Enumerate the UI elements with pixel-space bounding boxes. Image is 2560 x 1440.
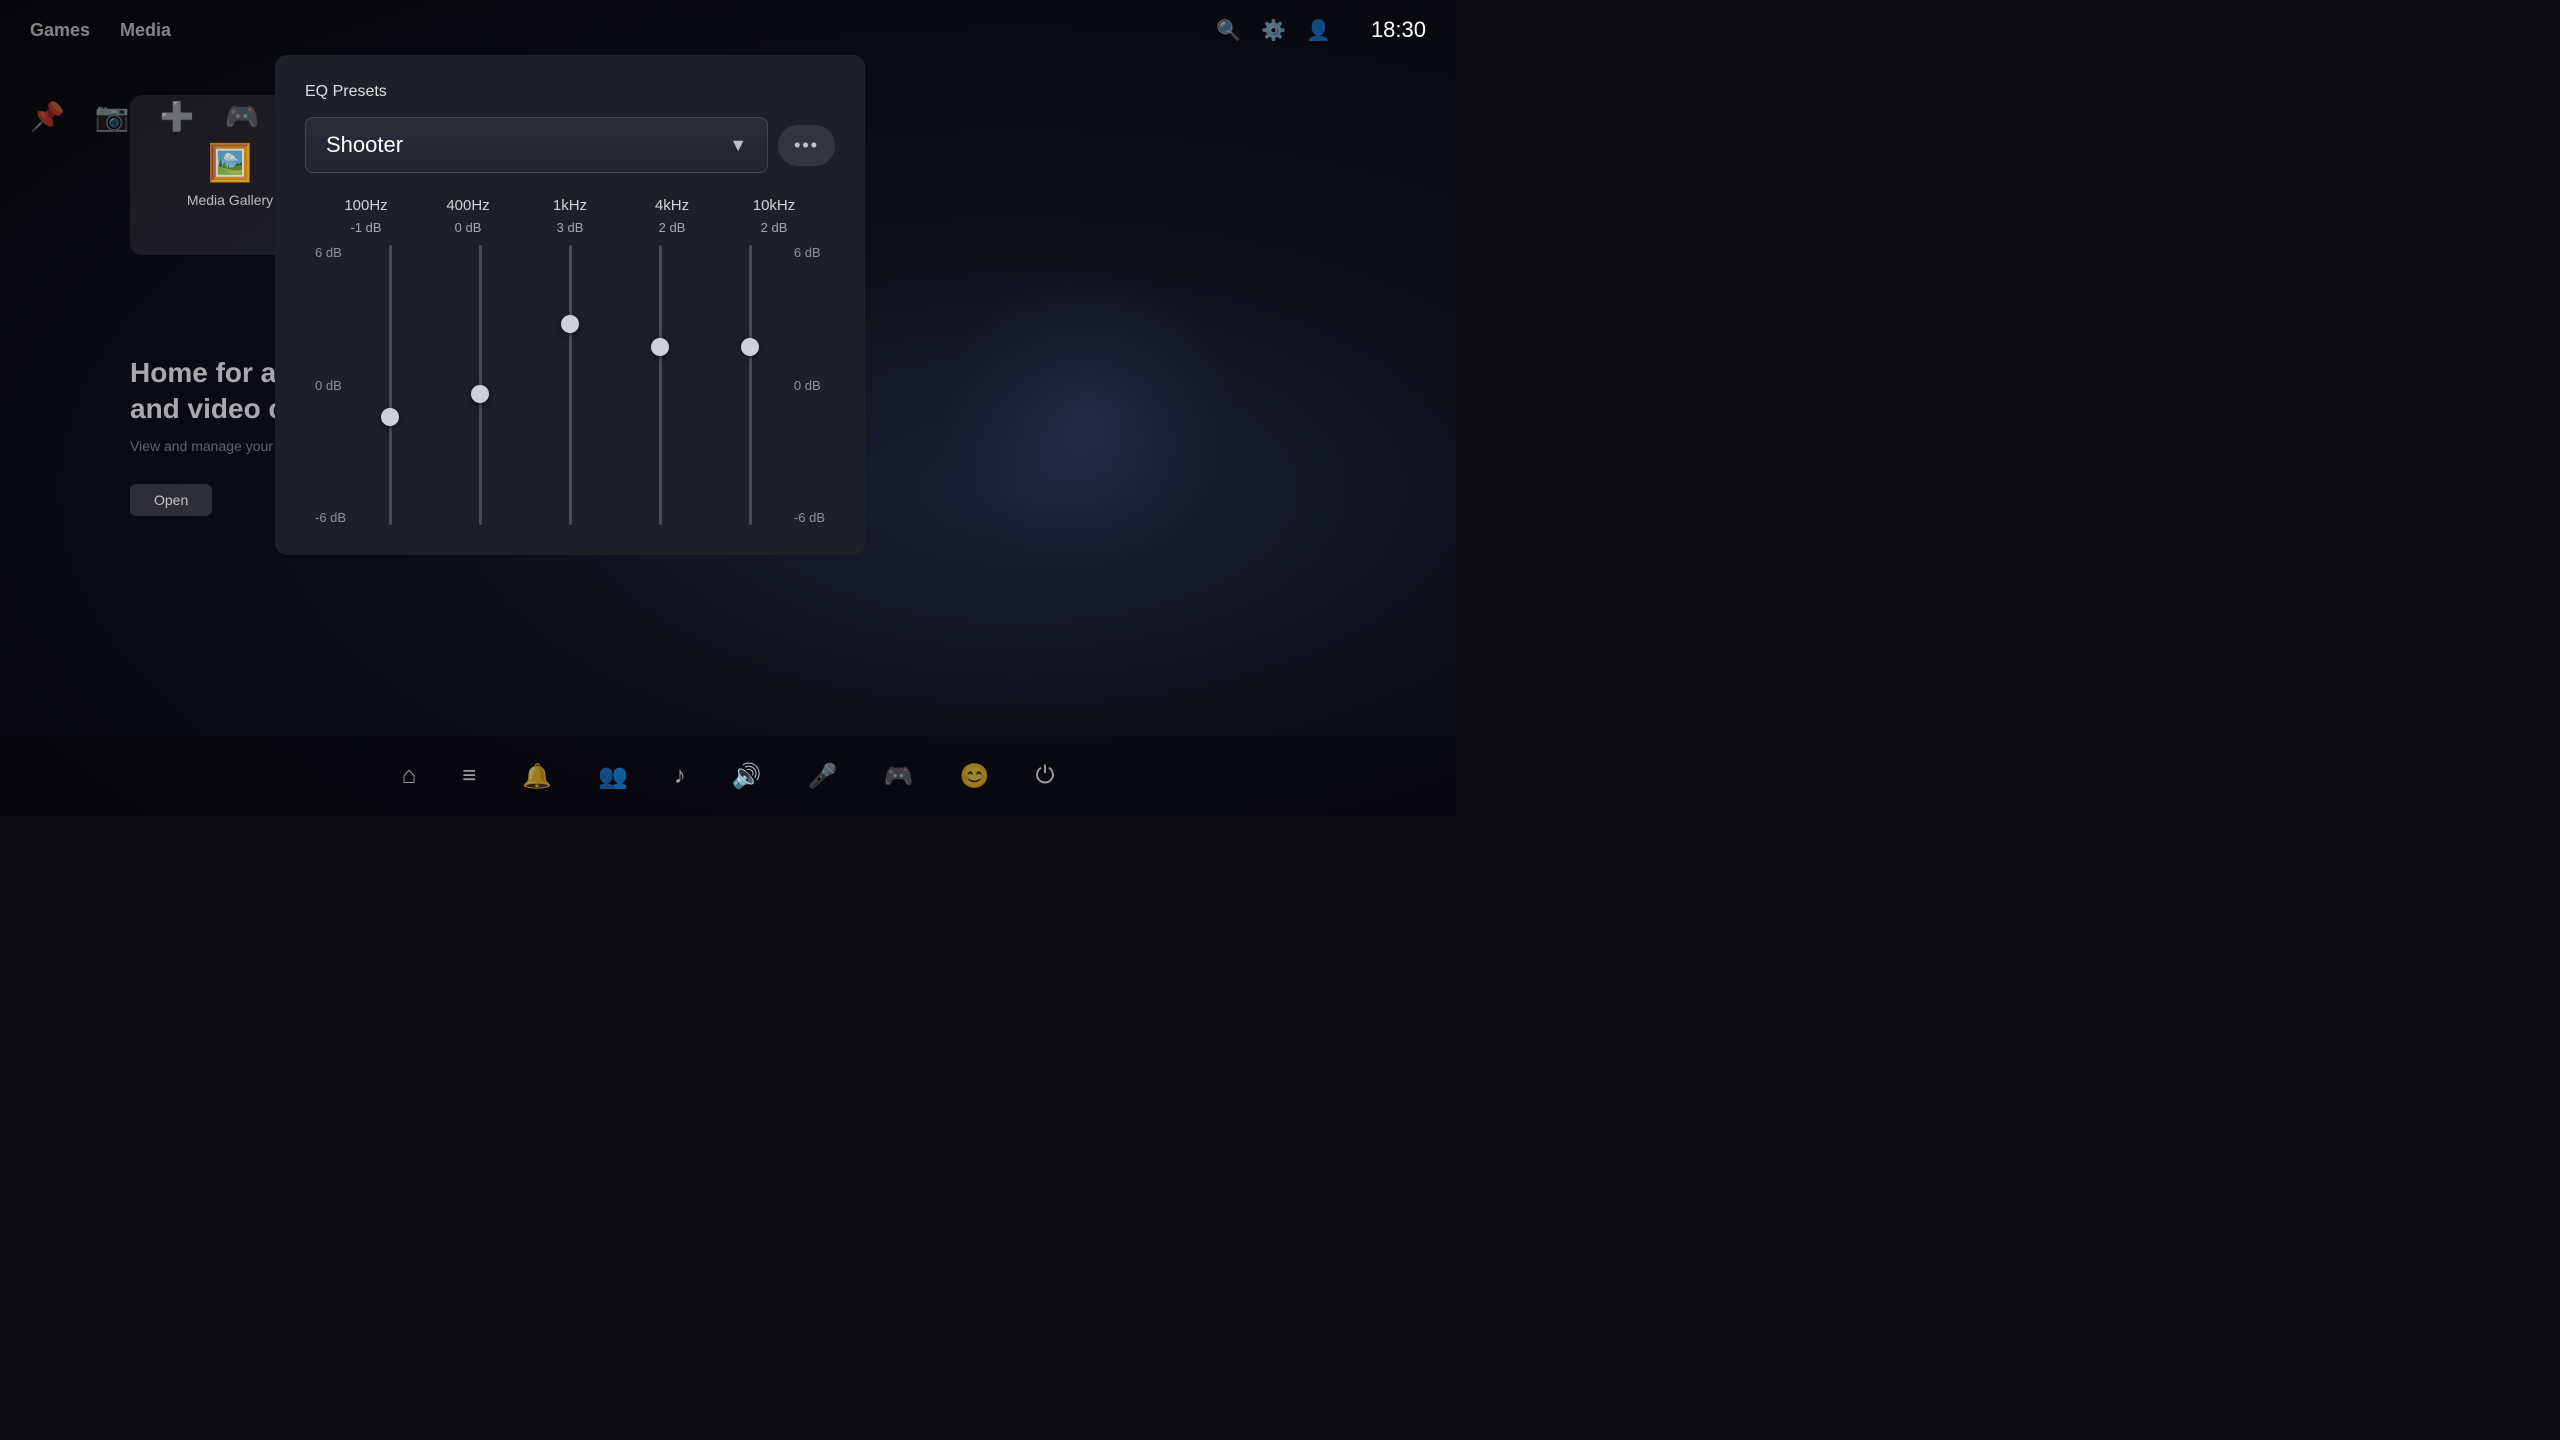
eq-slider-thumb-1[interactable]	[471, 385, 489, 403]
friends-icon[interactable]: 👥	[590, 754, 636, 799]
accessibility-icon[interactable]: 😊	[952, 754, 998, 799]
eq-slider-track-1[interactable]	[479, 245, 482, 525]
bg-glow	[938, 271, 1238, 571]
band-label-1: 400Hz	[428, 197, 508, 214]
eq-preset-dropdown[interactable]: Shooter ▼	[305, 117, 768, 173]
settings-icon[interactable]: ⚙️	[1261, 18, 1286, 43]
eq-bands-container: 100Hz 400Hz 1kHz 4kHz 10kHz -1 dB 0 dB 3…	[305, 197, 835, 525]
home-icon[interactable]: ⌂	[394, 754, 425, 798]
top-icons: 🔍 ⚙️ 👤 18:30	[1216, 17, 1426, 43]
taskbar: ⌂ ≡ 🔔 👥 ♪ 🔊 🎤 🎮 😊 ⏻	[0, 736, 1456, 816]
nav-media[interactable]: Media	[120, 20, 171, 41]
camera-icon[interactable]: 📷	[95, 100, 130, 133]
media-gallery-card-icon: 🖼️	[208, 142, 253, 184]
pinned-icon[interactable]: 📌	[30, 100, 65, 133]
band-label-3: 4kHz	[632, 197, 712, 214]
band-value-1: 0 dB	[428, 220, 508, 235]
eq-slider-track-3[interactable]	[659, 245, 662, 525]
scale-right-mid: 0 dB	[794, 378, 825, 393]
eq-slider-thumb-3[interactable]	[651, 338, 669, 356]
eq-sliders-area: 6 dB 0 dB -6 dB 6 dB 0 dB -6 dB	[315, 245, 825, 525]
eq-slider-thumb-2[interactable]	[561, 315, 579, 333]
eq-band-labels: 100Hz 400Hz 1kHz 4kHz 10kHz	[315, 197, 825, 214]
eq-slider-track-4[interactable]	[749, 245, 752, 525]
eq-selector-row: Shooter ▼ •••	[305, 117, 835, 173]
scale-right-top: 6 dB	[794, 245, 825, 260]
nav-games[interactable]: Games	[30, 20, 90, 41]
power-icon[interactable]: ⏻	[1027, 754, 1062, 798]
eq-more-button[interactable]: •••	[778, 125, 835, 166]
band-value-3: 2 dB	[632, 220, 712, 235]
search-icon[interactable]: 🔍	[1216, 18, 1241, 43]
scale-right-bot: -6 dB	[794, 510, 825, 525]
eq-preset-value: Shooter	[326, 132, 403, 158]
band-value-0: -1 dB	[326, 220, 406, 235]
eq-band-values: -1 dB 0 dB 3 dB 2 dB 2 dB	[315, 220, 825, 235]
top-bar: Games Media 🔍 ⚙️ 👤 18:30	[0, 0, 1456, 60]
eq-slider-track-2[interactable]	[569, 245, 572, 525]
eq-dialog: EQ Presets Shooter ▼ ••• 100Hz 400Hz 1kH…	[275, 55, 865, 555]
band-label-4: 10kHz	[734, 197, 814, 214]
library-icon[interactable]: ≡	[454, 754, 484, 798]
open-button[interactable]: Open	[130, 484, 212, 516]
music-icon[interactable]: ♪	[666, 754, 694, 798]
clock-display: 18:30	[1371, 17, 1426, 43]
eq-scale-right: 6 dB 0 dB -6 dB	[794, 245, 825, 525]
band-value-2: 3 dB	[530, 220, 610, 235]
notifications-icon[interactable]: 🔔	[514, 754, 560, 799]
eq-slider-track-0[interactable]	[389, 245, 392, 525]
controller-icon[interactable]: 🎮	[876, 754, 922, 799]
band-label-2: 1kHz	[530, 197, 610, 214]
volume-icon[interactable]: 🔊	[724, 754, 770, 799]
band-value-4: 2 dB	[734, 220, 814, 235]
user-icon[interactable]: 👤	[1306, 18, 1331, 43]
eq-slider-thumb-0[interactable]	[381, 408, 399, 426]
top-nav: Games Media	[30, 20, 171, 41]
mic-icon[interactable]: 🎤	[800, 754, 846, 799]
band-label-0: 100Hz	[326, 197, 406, 214]
eq-dialog-title: EQ Presets	[305, 83, 835, 101]
media-gallery-card-label: Media Gallery	[187, 192, 273, 208]
eq-sliders	[315, 245, 825, 525]
eq-dropdown-arrow-icon: ▼	[729, 135, 747, 156]
eq-slider-thumb-4[interactable]	[741, 338, 759, 356]
